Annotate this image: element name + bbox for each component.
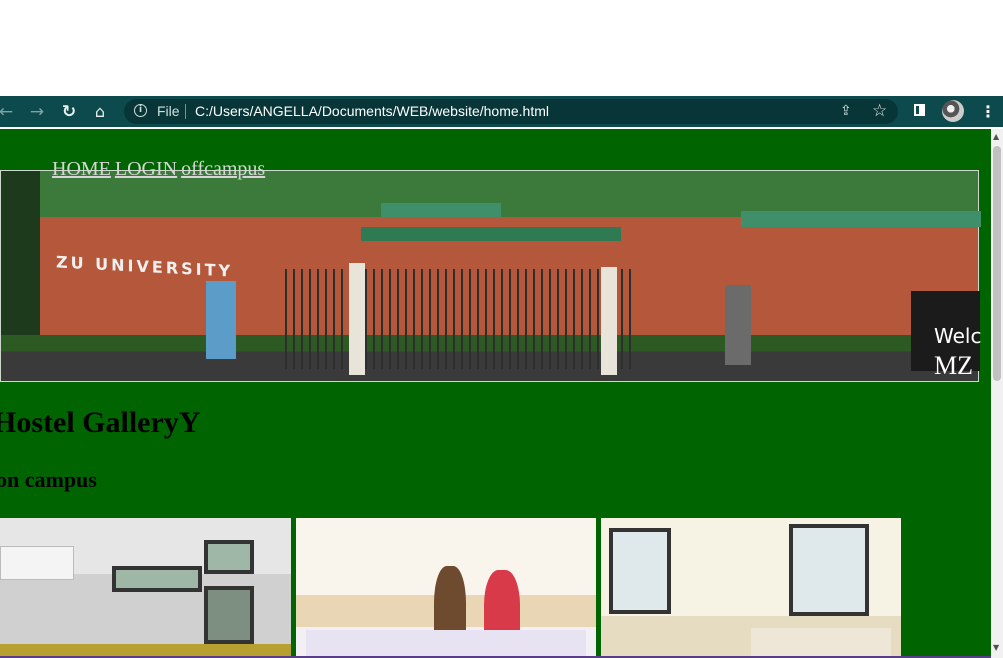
- kebab-menu-icon[interactable]: ⋮: [980, 96, 996, 127]
- side-panel-icon[interactable]: [914, 104, 925, 116]
- reload-icon[interactable]: ↻: [58, 96, 80, 127]
- photo-window: [112, 566, 202, 592]
- browser-toolbar: ← → ↻ ⌂ i File C:/Users/ANGELLA/Document…: [0, 96, 1003, 127]
- banner-mz-text: MZ: [934, 351, 973, 380]
- banner-gate: [285, 269, 635, 369]
- photo-bed: [751, 628, 891, 658]
- photo-window: [609, 528, 671, 614]
- nav-login-link[interactable]: LOGIN: [115, 158, 177, 180]
- nav-home-link[interactable]: HOME: [52, 158, 111, 180]
- omnibox-separator: [185, 104, 186, 119]
- forward-arrow-icon[interactable]: →: [26, 96, 48, 127]
- page-title: Hostel GalleryY: [0, 406, 201, 439]
- avatar[interactable]: [942, 100, 964, 122]
- photo-window: [204, 586, 254, 644]
- back-arrow-icon[interactable]: ←: [0, 96, 16, 127]
- info-icon[interactable]: i: [134, 104, 147, 117]
- scroll-up-arrow-icon[interactable]: ▲: [993, 132, 999, 142]
- gallery-photo-room-3: [601, 518, 901, 658]
- banner-pillar: [349, 263, 365, 375]
- home-icon[interactable]: ⌂: [89, 96, 111, 127]
- photo-window: [204, 540, 254, 574]
- banner-door: [206, 281, 236, 359]
- scroll-thumb[interactable]: [993, 146, 1001, 381]
- vertical-scrollbar[interactable]: ▲ ▼: [991, 129, 1003, 658]
- banner-roof: [381, 203, 501, 217]
- gallery-photo-room-1: [0, 518, 291, 658]
- photo-air-conditioner: [0, 546, 74, 580]
- banner-door: [725, 285, 751, 365]
- photo-bed: [306, 630, 586, 658]
- star-icon[interactable]: ☆: [872, 101, 887, 121]
- banner-roof: [361, 227, 621, 241]
- share-icon[interactable]: ⇪: [840, 103, 852, 120]
- banner-welcome-text: Welc: [934, 324, 982, 348]
- address-bar[interactable]: i File C:/Users/ANGELLA/Documents/WEB/we…: [124, 99, 898, 124]
- page-content: ZU UNIVERSITY Welc MZ HOME LOGIN offcampus…: [0, 129, 991, 658]
- main-nav: HOME LOGIN offcampus: [52, 157, 269, 181]
- scroll-down-arrow-icon[interactable]: ▼: [993, 643, 999, 653]
- nav-offcampus-link[interactable]: offcampus: [181, 158, 265, 180]
- gallery-photo-room-2: [296, 518, 596, 658]
- window-top-area: [0, 0, 1003, 96]
- banner-pillar: [601, 267, 617, 375]
- banner-roof: [741, 211, 981, 227]
- photo-window: [789, 524, 869, 616]
- url-text[interactable]: C:/Users/ANGELLA/Documents/WEB/website/h…: [195, 103, 549, 120]
- file-label: File: [157, 103, 180, 119]
- section-heading: on campus: [0, 467, 97, 492]
